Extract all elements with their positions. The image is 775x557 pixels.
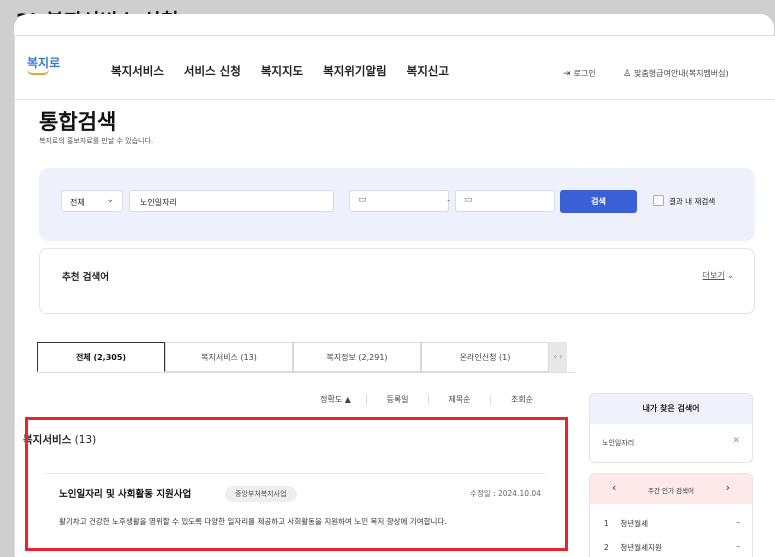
sort-date[interactable]: 등록일 [367, 394, 429, 405]
search-button[interactable]: 검색 [560, 190, 637, 213]
nav-welfare-map[interactable]: 복지지도 [261, 63, 303, 79]
tab-all[interactable]: 전체 (2,305) [37, 342, 165, 372]
user-icon: ♙ [623, 68, 632, 79]
tab-scroll-arrow-icon[interactable]: ‹ › [549, 342, 567, 372]
more-link[interactable]: 더보기 ⌄ [703, 270, 734, 281]
search-panel: 전체 ⌄ 노인일자리 ▭ - ▭ 검색 결과 내 재검색 [39, 168, 755, 241]
login-label: 로그인 [573, 69, 596, 78]
nav-service-apply[interactable]: 서비스 신청 [184, 63, 241, 79]
chevron-down-icon: ⌄ [106, 195, 114, 205]
end-date-field[interactable]: ▭ [455, 190, 555, 212]
dash-icon: – [736, 542, 740, 551]
tab-welfare-info[interactable]: 복지정보 (2,291) [293, 342, 421, 372]
popular-keyword-row[interactable]: 2 청년월세지원 – [604, 542, 740, 553]
dash-icon: – [736, 518, 740, 527]
my-keywords-panel: 내가 찾은 검색어 노인일자리 ✕ [589, 393, 753, 463]
popular-rank: 1 [604, 519, 609, 528]
login-icon: ⇥ [563, 68, 571, 79]
sort-views[interactable]: 조회순 [491, 394, 553, 405]
chevron-down-icon: ⌄ [727, 271, 734, 280]
start-date-field[interactable]: ▭ [349, 190, 449, 212]
highlight-box [25, 417, 568, 551]
tab-divider [37, 372, 575, 373]
page-title: 통합검색 [39, 110, 117, 134]
popular-rank: 2 [604, 543, 609, 552]
popular-term: 청년월세 [620, 519, 648, 528]
date-separator: - [447, 196, 451, 206]
chevron-right-icon[interactable]: › [726, 481, 730, 494]
nav-welfare-report[interactable]: 복지신고 [407, 63, 449, 79]
login-link[interactable]: ⇥ 로그인 [563, 68, 596, 79]
scope-select[interactable]: 전체 ⌄ [61, 190, 123, 212]
nav-crisis-alert[interactable]: 복지위기알림 [323, 63, 386, 79]
search-input[interactable]: 노인일자리 [129, 190, 334, 212]
calendar-icon: ▭ [464, 195, 473, 205]
tab-welfare-service[interactable]: 복지서비스 (13) [165, 342, 293, 372]
popular-keyword-row[interactable]: 1 청년월세 – [604, 518, 740, 529]
site-logo[interactable]: 복지로 [27, 54, 60, 75]
sort-accuracy[interactable]: 정확도 ▲ [305, 394, 367, 405]
popular-keywords-panel: ‹ 주간 인기 검색어 › 1 청년월세 – 2 청년월세지원 – [589, 473, 753, 557]
benefit-guide-label: 맞춤형급여안내(복지멤버십) [634, 69, 729, 78]
result-tabs: 전체 (2,305) 복지서비스 (13) 복지정보 (2,291) 온라인신청… [37, 342, 575, 372]
my-keywords-title: 내가 찾은 검색어 [590, 394, 752, 424]
benefit-guide-link[interactable]: ♙ 맞춤형급여안내(복지멤버십) [623, 68, 729, 79]
sort-title[interactable]: 제목순 [429, 394, 491, 405]
site-header: 복지로 복지서비스 서비스 신청 복지지도 복지위기알림 복지신고 ⇥ 로그인 … [15, 36, 775, 100]
recommended-keywords-box: 추천 검색어 더보기 ⌄ [39, 248, 755, 314]
sort-options: 정확도 ▲ 등록일 제목순 조회순 [305, 394, 585, 405]
within-results-checkbox[interactable] [653, 195, 664, 206]
tab-online-apply[interactable]: 온라인신청 (1) [421, 342, 549, 372]
logo-text: 복지로 [27, 56, 61, 70]
within-results-label: 결과 내 재검색 [669, 197, 716, 206]
popular-term: 청년월세지원 [620, 543, 662, 552]
nav-welfare-service[interactable]: 복지서비스 [111, 63, 164, 79]
scope-value: 전체 [70, 198, 85, 207]
browser-screenshot: 복지로 복지서비스 서비스 신청 복지지도 복지위기알림 복지신고 ⇥ 로그인 … [14, 35, 775, 557]
calendar-icon: ▭ [358, 195, 367, 205]
main-nav: 복지서비스 서비스 신청 복지지도 복지위기알림 복지신고 [111, 63, 449, 79]
recommended-title: 추천 검색어 [62, 272, 110, 283]
close-icon[interactable]: ✕ [732, 436, 740, 446]
more-label: 더보기 [702, 271, 725, 280]
page-subtitle: 복지로의 홍보자료를 만날 수 있습니다. [39, 137, 154, 145]
my-keyword-item[interactable]: 노인일자리 [602, 438, 634, 448]
popular-keywords-header: ‹ 주간 인기 검색어 › [590, 474, 752, 504]
